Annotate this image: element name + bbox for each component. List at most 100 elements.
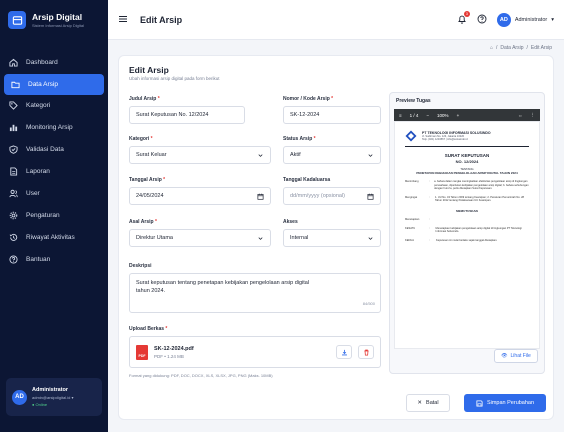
akses-select[interactable]: Internal (283, 229, 381, 247)
judul-field: Judul Arsip * Surat Keputusan No. 12/202… (129, 96, 245, 124)
home-icon[interactable]: ⌂ (490, 45, 493, 51)
nomor-input[interactable]: SK-12-2024 (283, 106, 381, 124)
chevron-down-icon[interactable]: ▾ (71, 395, 73, 400)
user-menu-label: Administrator (514, 16, 548, 23)
breadcrumb-separator: / (526, 45, 528, 51)
pdf-page: PT TEKNOLOGI INFORMASI SOLUSINDO Jl. Sud… (394, 121, 540, 349)
sidebar-item-user[interactable]: User (0, 183, 108, 204)
preview-panel: Preview Tugas ≡ 1 / 4 − 100% + ⇔ ⋮ PT TE… (389, 92, 545, 374)
notification-badge: 3 (463, 10, 470, 17)
view-file-button[interactable]: 👁 Lihat File (494, 349, 538, 363)
pdf-zoom-in-icon[interactable]: + (457, 113, 460, 118)
user-profile-card[interactable]: AD Administrator admin@arsipdigital.id ▾… (6, 378, 102, 416)
deskripsi-textarea[interactable]: Surat keputusan tentang penetapan kebija… (129, 273, 381, 313)
pdf-file-icon: PDF (136, 344, 148, 360)
doc-colon: : (429, 238, 430, 242)
user-email-text: admin@arsipdigital.id (32, 395, 71, 400)
calendar-icon[interactable] (257, 193, 264, 200)
user-menu[interactable]: AD Administrator ▾ (496, 12, 554, 27)
asal-label: Asal Arsip * (129, 219, 271, 225)
asal-select[interactable]: Direktur Utama (129, 229, 271, 247)
doc-colon: : (429, 195, 430, 199)
uploaded-file: PDF SK-12-2024.pdf PDF • 1.24 MB (129, 336, 381, 368)
pdf-zoom-level: 100% (437, 112, 449, 118)
sidebar-item-validasi[interactable]: Validasi Data (0, 139, 108, 160)
sidebar: Arsip Digital Sistem Informasi Arsip Dig… (0, 0, 108, 432)
required-mark: * (165, 326, 168, 332)
required-mark: * (331, 96, 334, 102)
doc-value: a. bahwa dalam rangka meningkatkan efekt… (434, 180, 529, 191)
pdf-viewer-toolbar: ≡ 1 / 4 − 100% + ⇔ ⋮ (394, 109, 540, 121)
calendar-icon[interactable] (367, 193, 374, 200)
brand-title: Arsip Digital (32, 12, 83, 22)
kadaluarsa-placeholder: dd/mm/yyyy (opsional) (290, 193, 346, 199)
user-name: Administrator (32, 387, 69, 393)
doc-value: Menetapkan kebijakan pengelolaan arsip d… (435, 226, 522, 234)
sidebar-item-monitoring[interactable]: Monitoring Arsip (0, 117, 108, 138)
avatar: AD (496, 12, 511, 27)
kadaluarsa-input[interactable]: dd/mm/yyyy (opsional) (283, 187, 381, 205)
sidebar-item-dashboard[interactable]: Dashboard (0, 52, 108, 73)
doc-key: Menetapkan (405, 217, 420, 221)
status-value: Aktif (290, 152, 301, 158)
chevron-down-icon (368, 153, 373, 157)
sidebar-item-pengaturan[interactable]: Pengaturan (0, 205, 108, 226)
nomor-label: Nomor / Kode Arsip * (283, 96, 381, 102)
help-circle-icon[interactable] (477, 14, 487, 26)
doc-memutuskan: MEMUTUSKAN (405, 209, 529, 213)
breadcrumb: ⌂ / Data Arsip / Edit Arsip (490, 45, 552, 51)
required-mark: * (157, 96, 160, 102)
avatar: AD (12, 389, 27, 405)
upload-hint: Format yang didukung: PDF, DOC, DOCX, XL… (129, 373, 273, 378)
pdf-fit-icon[interactable]: ⇔ (518, 113, 523, 118)
doc-colon: : (429, 180, 430, 183)
brand[interactable]: Arsip Digital Sistem Informasi Arsip Dig… (0, 0, 108, 40)
page-title: Edit Arsip (140, 14, 183, 25)
download-button[interactable] (336, 345, 352, 359)
kategori-label: Kategori * (129, 136, 271, 142)
kategori-select[interactable]: Surat Keluar (129, 146, 271, 164)
status-label-text: Status Arsip (283, 136, 313, 142)
status-label: Status Arsip * (283, 136, 381, 142)
doc-key: KESATU (405, 226, 416, 230)
save-label: Simpan Perubahan (486, 400, 535, 406)
preview-title: Preview Tugas (396, 98, 431, 104)
save-button[interactable]: Simpan Perubahan (464, 394, 546, 412)
akses-value: Internal (290, 235, 309, 241)
chevron-down-icon: ▾ (551, 16, 554, 23)
char-counter: 84/500 (362, 301, 375, 306)
notification-bell-icon[interactable]: 3 (457, 10, 470, 26)
tanggal-input[interactable]: 24/05/2024 (129, 187, 271, 205)
hamburger-menu-icon[interactable] (118, 14, 128, 26)
sidebar-item-label: Validasi Data (26, 146, 64, 153)
status-select[interactable]: Aktif (283, 146, 381, 164)
folder-icon (10, 80, 20, 90)
nomor-label-text: Nomor / Kode Arsip (283, 96, 330, 102)
history-icon (8, 233, 18, 243)
tanggal-field: Tanggal Arsip * 24/05/2024 (129, 177, 271, 205)
cancel-button[interactable]: ✕ Batal (406, 394, 450, 412)
breadcrumb-parent[interactable]: Data Arsip (500, 45, 523, 51)
sidebar-item-label: Laporan (26, 168, 50, 175)
pdf-menu-icon[interactable]: ≡ (399, 113, 402, 118)
sidebar-item-label: Dashboard (26, 59, 58, 66)
judul-input[interactable]: Surat Keputusan No. 12/2024 (129, 106, 245, 124)
upload-label: Upload Berkas * (129, 326, 381, 332)
doc-key: KEDUA (405, 238, 414, 242)
pdf-zoom-out-icon[interactable]: − (426, 113, 429, 118)
doc-colon: : (429, 226, 430, 230)
users-icon (8, 189, 18, 199)
asal-value: Direktur Utama (136, 235, 173, 241)
sidebar-item-bantuan[interactable]: Bantuan (0, 249, 108, 270)
deskripsi-value: Surat keputusan tentang penetapan kebija… (136, 280, 310, 294)
delete-file-button[interactable] (358, 345, 374, 359)
sidebar-item-kategori[interactable]: Kategori (0, 95, 108, 116)
akses-field: Akses Internal (283, 219, 381, 247)
pdf-more-icon[interactable]: ⋮ (531, 112, 536, 118)
doc-menetapkan: Menetapkan: (405, 218, 529, 222)
doc-memutuskan-text: MEMUTUSKAN (456, 208, 478, 213)
sidebar-item-data-arsip[interactable]: Data Arsip (4, 74, 104, 95)
sidebar-item-label: Data Arsip (28, 81, 58, 88)
sidebar-item-laporan[interactable]: Laporan (0, 161, 108, 182)
sidebar-item-riwayat[interactable]: Riwayat Aktivitas (0, 227, 108, 248)
